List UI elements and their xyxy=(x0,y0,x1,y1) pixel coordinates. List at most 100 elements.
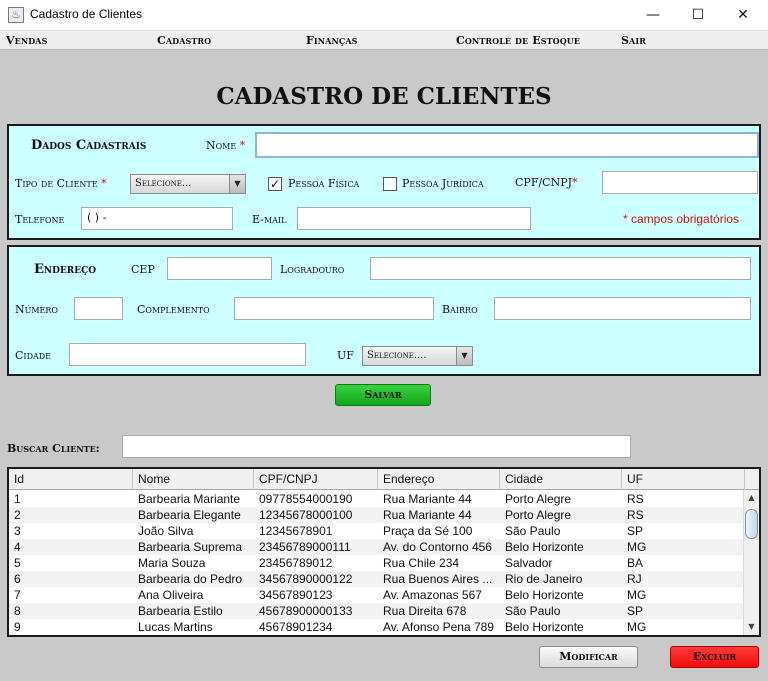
cell-endereco: Rua Buenos Aires ... xyxy=(383,572,493,586)
table-row[interactable]: 3 João Silva 12345678901 Praça da Sé 100 São… xyxy=(9,523,745,539)
cell-nome: Maria Souza xyxy=(138,556,206,570)
pessoa-juridica-label: Pessoa Jurídica xyxy=(402,177,484,190)
cep-label: CEP xyxy=(131,263,155,276)
column-header-uf[interactable]: UF xyxy=(622,469,745,490)
cell-cpf-cnpj: 09778554000190 xyxy=(259,492,353,506)
menu-cadastro[interactable]: Cadastro xyxy=(157,34,211,47)
close-icon[interactable]: ✕ xyxy=(720,0,766,30)
cell-cpf-cnpj: 23456789000111 xyxy=(259,540,351,554)
cell-uf: MG xyxy=(627,588,647,602)
page-title: CADASTRO DE CLIENTES xyxy=(216,83,552,110)
cell-endereco: Rua Mariante 44 xyxy=(383,492,472,506)
cep-input[interactable] xyxy=(167,257,272,280)
menu-sair[interactable]: Sair xyxy=(621,34,646,47)
cell-nome: Barbearia Elegante xyxy=(138,508,241,522)
window-title: Cadastro de Clientes xyxy=(30,7,143,21)
cpf-cnpj-label: CPF/CNPJ* xyxy=(515,176,578,189)
cell-id: 8 xyxy=(14,604,21,618)
cell-id: 1 xyxy=(14,492,21,506)
menu-controle-estoque[interactable]: Controle de Estoque xyxy=(456,34,580,47)
buscar-cliente-input[interactable] xyxy=(122,435,631,458)
numero-input[interactable] xyxy=(74,297,123,320)
table-row[interactable]: 7 Ana Oliveira 34567890123 Av. Amazonas 567… xyxy=(9,587,745,603)
cell-cidade: São Paulo xyxy=(505,604,561,618)
uf-select[interactable]: Selecione.... ▼ xyxy=(362,346,473,366)
cell-cpf-cnpj: 45678900000133 xyxy=(259,604,353,618)
modificar-button[interactable]: Modificar xyxy=(539,646,638,668)
logradouro-input[interactable] xyxy=(370,257,751,280)
cell-nome: Barbearia Mariante xyxy=(138,492,241,506)
column-header-cidade[interactable]: Cidade xyxy=(500,469,622,490)
cell-cpf-cnpj: 34567890123 xyxy=(259,588,333,602)
cell-endereco: Av. Afonso Pena 789 xyxy=(383,620,494,634)
cell-cidade: Belo Horizonte xyxy=(505,588,584,602)
cell-nome: Lucas Martins xyxy=(138,620,213,634)
cell-cidade: São Paulo xyxy=(505,524,561,538)
clientes-table: Id Nome CPF/CNPJ Endereço Cidade UF 1 Bar… xyxy=(7,467,761,637)
dados-cadastrais-panel: Dados Cadastrais Nome * Tipo de Cliente … xyxy=(7,124,761,240)
column-header-nome[interactable]: Nome xyxy=(133,469,254,490)
pessoa-juridica-checkbox[interactable] xyxy=(383,177,397,191)
excluir-button[interactable]: Excluir xyxy=(670,646,759,668)
menu-financas[interactable]: Finanças xyxy=(306,34,358,47)
cell-id: 3 xyxy=(14,524,21,538)
cell-uf: RS xyxy=(627,508,644,522)
cell-uf: BA xyxy=(627,556,644,570)
cell-uf: SP xyxy=(627,524,644,538)
bairro-input[interactable] xyxy=(494,297,751,320)
scroll-thumb[interactable] xyxy=(745,509,758,539)
table-scrollbar[interactable]: ▲ ▼ xyxy=(743,490,759,635)
column-header-id[interactable]: Id xyxy=(9,469,133,490)
maximize-icon[interactable]: ☐ xyxy=(675,0,721,30)
complemento-input[interactable] xyxy=(234,297,434,320)
telefone-input[interactable]: ( ) - xyxy=(81,207,233,230)
complemento-label: Complemento xyxy=(137,303,210,316)
cell-cpf-cnpj: 12345678000100 xyxy=(259,508,353,522)
cell-id: 7 xyxy=(14,588,21,602)
cell-cpf-cnpj: 34567890000122 xyxy=(259,572,353,586)
cell-uf: RJ xyxy=(627,572,642,586)
cell-nome: Barbearia Suprema xyxy=(138,540,243,554)
endereco-panel: Endereço CEP Logradouro Número Complemen… xyxy=(7,245,761,376)
scroll-up-icon[interactable]: ▲ xyxy=(744,490,759,506)
table-row[interactable]: 8 Barbearia Estilo 45678900000133 Rua Direi… xyxy=(9,603,745,619)
window-title-bar: ♨ Cadastro de Clientes — ☐ ✕ xyxy=(0,0,768,30)
table-row[interactable]: 1 Barbearia Mariante 09778554000190 Rua Mar… xyxy=(9,491,745,507)
cidade-label: Cidade xyxy=(15,349,52,362)
table-row[interactable]: 9 Lucas Martins 45678901234 Av. Afonso Pena… xyxy=(9,619,745,635)
telefone-label: Telefone xyxy=(15,213,65,226)
menu-vendas[interactable]: Vendas xyxy=(6,34,47,47)
cidade-input[interactable] xyxy=(69,343,306,366)
cell-cidade: Belo Horizonte xyxy=(505,620,584,634)
cell-id: 2 xyxy=(14,508,21,522)
salvar-button[interactable]: Salvar xyxy=(335,384,431,406)
table-row[interactable]: 6 Barbearia do Pedro 34567890000122 Rua Bue… xyxy=(9,571,745,587)
endereco-title: Endereço xyxy=(34,262,97,277)
table-row[interactable]: 5 Maria Souza 23456789012 Rua Chile 234 Salv… xyxy=(9,555,745,571)
cell-uf: SP xyxy=(627,604,644,618)
pessoa-fisica-checkbox[interactable]: ✓ xyxy=(268,177,282,191)
nome-label: Nome * xyxy=(206,139,246,152)
chevron-down-icon: ▼ xyxy=(456,347,472,365)
cell-endereco: Rua Mariante 44 xyxy=(383,508,472,522)
email-input[interactable] xyxy=(297,207,531,230)
scroll-down-icon[interactable]: ▼ xyxy=(744,619,759,635)
column-header-endereco[interactable]: Endereço xyxy=(378,469,500,490)
cell-uf: MG xyxy=(627,540,647,554)
table-row[interactable]: 2 Barbearia Elegante 12345678000100 Rua Mar… xyxy=(9,507,745,523)
column-header-cpf-cnpj[interactable]: CPF/CNPJ xyxy=(254,469,378,490)
table-row[interactable]: 4 Barbearia Suprema 23456789000111 Av. do C… xyxy=(9,539,745,555)
cpf-cnpj-input[interactable] xyxy=(602,171,758,194)
minimize-icon[interactable]: — xyxy=(630,0,676,30)
tipo-cliente-select[interactable]: Selecione... ▼ xyxy=(130,174,246,194)
nome-input[interactable] xyxy=(255,132,759,158)
cell-cidade: Porto Alegre xyxy=(505,492,572,506)
cell-nome: João Silva xyxy=(138,524,194,538)
cell-cidade: Porto Alegre xyxy=(505,508,572,522)
chevron-down-icon: ▼ xyxy=(229,175,245,193)
cell-nome: Barbearia do Pedro xyxy=(138,572,243,586)
cell-endereco: Rua Direita 678 xyxy=(383,604,467,618)
java-cup-icon: ♨ xyxy=(8,7,24,23)
cell-uf: MG xyxy=(627,620,647,634)
cell-id: 4 xyxy=(14,540,21,554)
